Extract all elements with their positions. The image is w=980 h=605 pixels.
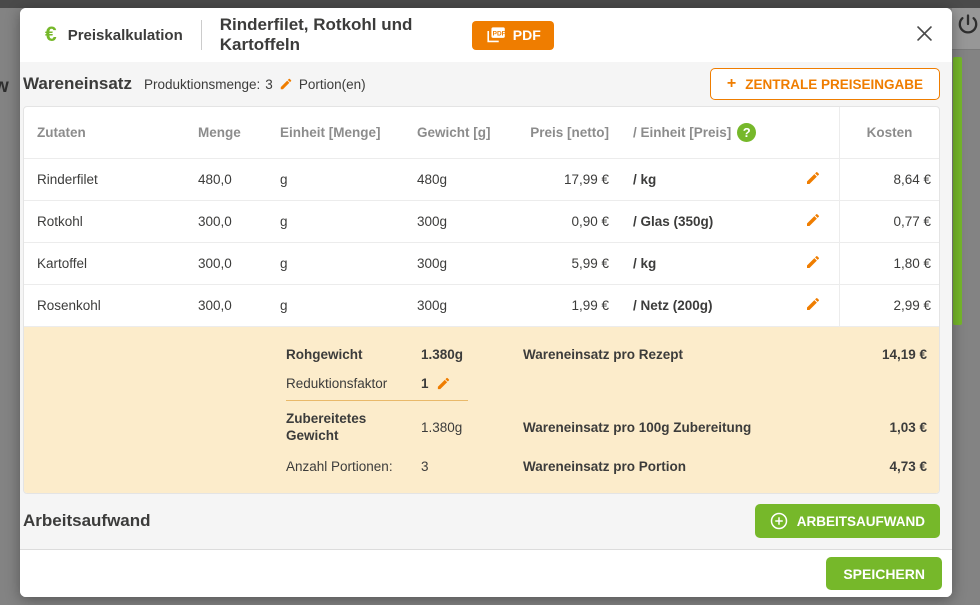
cell-zutat: Rosenkohl [24, 298, 198, 313]
cell-menge: 300,0 [198, 256, 280, 271]
pro-100g-value: 1,03 € [882, 413, 927, 442]
table-row: Rosenkohl 300,0 g 300g 1,99 € / Netz (20… [24, 285, 939, 327]
help-icon[interactable]: ? [737, 123, 756, 142]
close-icon[interactable] [913, 22, 936, 48]
cell-menge: 300,0 [198, 298, 280, 313]
wareneinsatz-section-header: Wareneinsatz Produktionsmenge: 3 Portion… [20, 62, 952, 106]
pro-portion-value: 4,73 € [882, 452, 927, 481]
edit-price-icon[interactable] [804, 254, 822, 270]
cell-preis: 1,99 € [517, 298, 609, 313]
rohgewicht-value: 1.380g [421, 340, 523, 369]
pro-100g-label: Wareneinsatz pro 100g Zubereitung [523, 413, 882, 442]
zubereitetes-gewicht-value: 1.380g [421, 413, 523, 442]
pro-rezept-label: Wareneinsatz pro Rezept [523, 340, 882, 369]
cell-zutat: Rotkohl [24, 214, 198, 229]
col-einheit-preis: / Einheit [Preis] ? [609, 123, 787, 142]
summary-divider [286, 400, 468, 401]
edit-reduktionsfaktor-icon[interactable] [435, 376, 452, 391]
header-divider [201, 20, 202, 50]
reduktionsfaktor-value: 1 [421, 376, 429, 391]
svg-text:PDF: PDF [492, 30, 505, 37]
scrollbar-thumb[interactable] [953, 57, 962, 325]
produktionsmenge-label: Produktionsmenge: [144, 77, 260, 92]
dialog-header: € Preiskalkulation Rinderfilet, Rotkohl … [20, 8, 952, 62]
produktionsmenge: Produktionsmenge: 3 Portion(en) [144, 77, 366, 92]
cell-preis: 0,90 € [517, 214, 609, 229]
cell-menge: 300,0 [198, 214, 280, 229]
background-logo-fragment: w [0, 76, 9, 98]
preiskalkulation-dialog: € Preiskalkulation Rinderfilet, Rotkohl … [20, 8, 952, 597]
cell-gewicht: 300g [417, 256, 517, 271]
dialog-footer: SPEICHERN [20, 549, 952, 597]
anzahl-portionen-label: Anzahl Portionen: [286, 452, 421, 481]
plus-icon: + [727, 75, 736, 93]
dialog-label: Preiskalkulation [68, 27, 183, 44]
wareneinsatz-title: Wareneinsatz [23, 74, 132, 94]
table-row: Rinderfilet 480,0 g 480g 17,99 € / kg 8,… [24, 159, 939, 201]
pdf-button[interactable]: PDF PDF [472, 21, 554, 50]
cell-einheit-preis: / Netz (200g) [609, 298, 787, 313]
table-header-row: Zutaten Menge Einheit [Menge] Gewicht [g… [24, 107, 939, 159]
cell-einheit-preis: / kg [609, 172, 787, 187]
save-button[interactable]: SPEICHERN [826, 557, 942, 590]
pdf-icon: PDF [485, 26, 506, 44]
col-gewicht: Gewicht [g] [417, 125, 517, 140]
cell-gewicht: 300g [417, 214, 517, 229]
recipe-title: Rinderfilet, Rotkohl und Kartoffeln [220, 15, 472, 55]
edit-price-icon[interactable] [804, 170, 822, 186]
euro-icon: € [45, 23, 57, 47]
produktionsmenge-unit: Portion(en) [299, 77, 366, 92]
cell-preis: 17,99 € [517, 172, 609, 187]
cell-einheit: g [280, 256, 417, 271]
cell-einheit-preis: / Glas (350g) [609, 214, 787, 229]
arbeitsaufwand-title: Arbeitsaufwand [23, 511, 151, 531]
cell-zutat: Kartoffel [24, 256, 198, 271]
table-row: Rotkohl 300,0 g 300g 0,90 € / Glas (350g… [24, 201, 939, 243]
cell-kosten: 0,77 € [839, 201, 939, 242]
col-menge: Menge [198, 125, 280, 140]
zubereitetes-gewicht-label: Zubereitetes Gewicht [286, 404, 381, 452]
add-arbeitsaufwand-button[interactable]: ARBEITSAUFWAND [755, 504, 940, 538]
backdrop-top-bar [0, 0, 980, 8]
cell-kosten: 1,80 € [839, 243, 939, 284]
anzahl-portionen-value: 3 [421, 452, 523, 481]
zentrale-preiseingabe-label: ZENTRALE PREISEINGABE [745, 77, 923, 92]
col-preis-netto: Preis [netto] [517, 125, 609, 140]
add-arbeitsaufwand-label: ARBEITSAUFWAND [797, 514, 925, 529]
edit-price-icon[interactable] [804, 296, 822, 312]
edit-produktionsmenge-icon[interactable] [278, 77, 294, 91]
cell-menge: 480,0 [198, 172, 280, 187]
col-einheit-menge: Einheit [Menge] [280, 125, 417, 140]
pdf-button-label: PDF [513, 27, 541, 43]
cell-gewicht: 300g [417, 298, 517, 313]
rohgewicht-label: Rohgewicht [286, 340, 421, 369]
zentrale-preiseingabe-button[interactable]: + ZENTRALE PREISEINGABE [710, 68, 940, 100]
cell-gewicht: 480g [417, 172, 517, 187]
pro-portion-label: Wareneinsatz pro Portion [523, 452, 882, 481]
cell-einheit: g [280, 214, 417, 229]
col-kosten: Kosten [839, 107, 939, 158]
table-row: Kartoffel 300,0 g 300g 5,99 € / kg 1,80 … [24, 243, 939, 285]
col-einheit-preis-label: / Einheit [Preis] [633, 125, 731, 140]
cell-kosten: 2,99 € [839, 285, 939, 326]
cell-einheit-preis: / kg [609, 256, 787, 271]
pro-rezept-value: 14,19 € [882, 340, 927, 369]
cell-einheit: g [280, 298, 417, 313]
cell-zutat: Rinderfilet [24, 172, 198, 187]
col-zutaten: Zutaten [24, 125, 198, 140]
cell-einheit: g [280, 172, 417, 187]
cell-kosten: 8,64 € [839, 159, 939, 200]
edit-price-icon[interactable] [804, 212, 822, 228]
ingredients-card: Zutaten Menge Einheit [Menge] Gewicht [g… [23, 106, 940, 494]
produktionsmenge-value: 3 [265, 77, 273, 92]
circled-plus-icon [770, 512, 788, 530]
cell-preis: 5,99 € [517, 256, 609, 271]
arbeitsaufwand-section-header: Arbeitsaufwand ARBEITSAUFWAND [20, 494, 952, 549]
dialog-body: Wareneinsatz Produktionsmenge: 3 Portion… [20, 62, 952, 549]
reduktionsfaktor-label: Reduktionsfaktor [286, 369, 421, 398]
power-icon[interactable] [956, 12, 980, 43]
calculation-summary: Rohgewicht 1.380g Wareneinsatz pro Rezep… [24, 327, 939, 493]
